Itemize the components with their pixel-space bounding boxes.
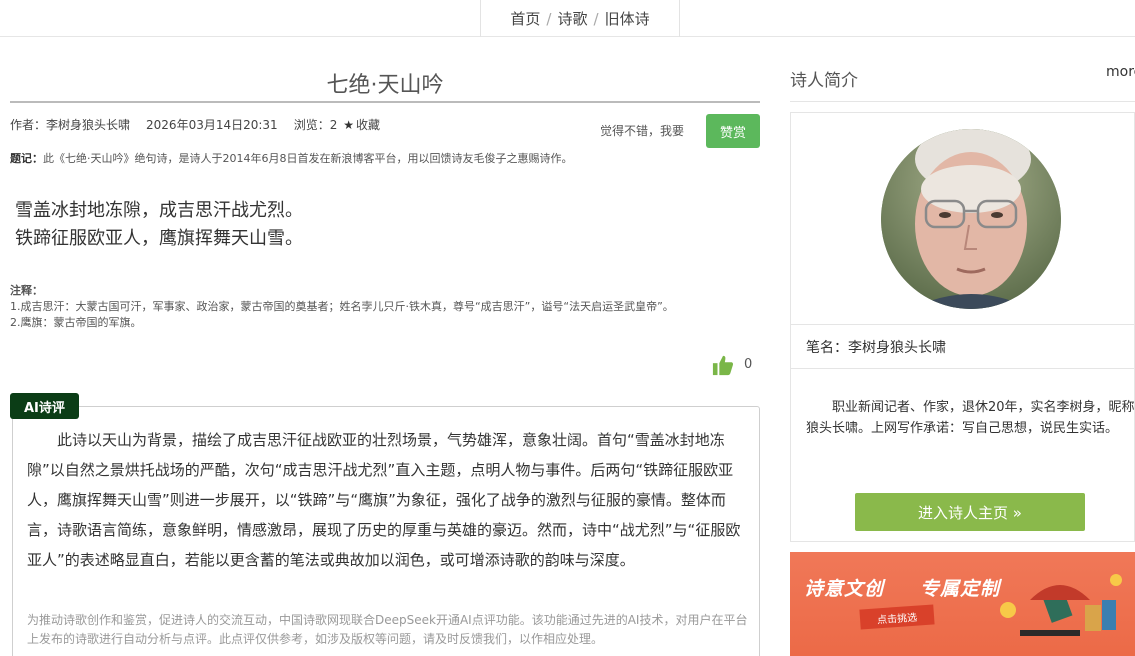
breadcrumb-separator: / bbox=[593, 9, 599, 28]
poet-sidebar: 诗人简介 more bbox=[790, 37, 1135, 656]
like-prompt: 觉得不错，我要 bbox=[600, 124, 685, 138]
banner-title: 诗意文创 bbox=[804, 578, 885, 600]
publish-datetime: 2026年03月14日20:31 bbox=[146, 118, 278, 132]
ai-review-tag: AI诗评 bbox=[10, 393, 79, 419]
breadcrumb-section[interactable]: 诗歌 bbox=[557, 8, 587, 29]
poet-portrait bbox=[881, 129, 1061, 309]
breadcrumb: 首页 / 诗歌 / 旧体诗 bbox=[480, 0, 680, 37]
annotation-item: 2.鹰旗：蒙古帝国的军旗。 bbox=[10, 316, 142, 329]
like-count: 0 bbox=[744, 357, 753, 372]
epigraph-text: 此《七绝·天山吟》绝句诗，是诗人于2014年6月8日首发在新浪博客平台，用以回馈… bbox=[43, 152, 573, 165]
thumbs-up-icon[interactable] bbox=[712, 354, 734, 376]
annotations-label: 注释： bbox=[10, 284, 43, 297]
views-label: 浏览： bbox=[293, 118, 330, 132]
poem-line: 铁蹄征服欧亚人，鹰旗挥舞天山雪。 bbox=[15, 228, 303, 249]
banner-subtitle: 专属定制 bbox=[920, 578, 1001, 600]
star-icon[interactable]: ★ bbox=[343, 118, 354, 132]
views-count: 2 bbox=[329, 118, 338, 132]
poem-body: 雪盖冰封地冻隙，成吉思汗战尤烈。 铁蹄征服欧亚人，鹰旗挥舞天山雪。 bbox=[15, 197, 303, 253]
reward-button[interactable]: 赞赏 bbox=[706, 114, 760, 148]
poem-main: 七绝·天山吟 作者：李树身狼头长啸 2026年03月14日20:31 浏览：2 … bbox=[10, 37, 760, 656]
poet-bio: 职业新闻记者、作家，退休20年，实名李树身，昵称狼头长啸。上网写作承诺：写自己思… bbox=[806, 400, 1135, 436]
breadcrumb-separator: / bbox=[546, 9, 552, 28]
banner-ribbon: 点击挑选 bbox=[859, 604, 935, 630]
author-name[interactable]: 李树身狼头长啸 bbox=[46, 118, 130, 132]
sidebar-heading: 诗人简介 bbox=[790, 71, 858, 91]
sidebar-divider bbox=[790, 101, 1135, 102]
top-bar: 首页 / 诗歌 / 旧体诗 bbox=[0, 0, 1135, 37]
epigraph-label: 题记： bbox=[10, 152, 43, 165]
annotation-item: 1.成吉思汗：大蒙古国可汗，军事家、政治家，蒙古帝国的奠基者；姓名孛儿只斤·铁木… bbox=[10, 300, 674, 313]
poem-title: 七绝·天山吟 bbox=[326, 73, 444, 98]
breadcrumb-category[interactable]: 旧体诗 bbox=[605, 8, 650, 29]
view-info: 浏览：2 ★ 收藏 bbox=[294, 116, 380, 133]
author-label: 作者： bbox=[10, 118, 47, 132]
ai-review-text: 此诗以天山为背景，描绘了成吉思汗征战欧亚的壮烈场景，气势雄浑，意象壮阔。首句“雪… bbox=[27, 431, 741, 569]
gift-illustration bbox=[1000, 574, 1122, 636]
promo-banner[interactable]: 诗意文创 专属定制 点击挑选 bbox=[790, 552, 1135, 656]
pen-name-label: 笔名： bbox=[806, 339, 848, 356]
author-info: 作者：李树身狼头长啸 bbox=[10, 116, 130, 133]
poem-meta: 作者：李树身狼头长啸 2026年03月14日20:31 浏览：2 ★ 收藏 bbox=[10, 116, 396, 133]
poem-line: 雪盖冰封地冻隙，成吉思汗战尤烈。 bbox=[15, 200, 303, 221]
title-divider bbox=[10, 101, 760, 103]
more-link[interactable]: more bbox=[1106, 64, 1135, 80]
annotations: 注释： 1.成吉思汗：大蒙古国可汗，军事家、政治家，蒙古帝国的奠基者；姓名孛儿只… bbox=[10, 283, 674, 331]
avatar[interactable] bbox=[881, 129, 1061, 309]
poet-card: 笔名： 李树身狼头长啸 职业新闻记者、作家，退休20年，实名李树身，昵称狼头长啸。… bbox=[790, 112, 1135, 542]
pen-name: 李树身狼头长啸 bbox=[848, 339, 946, 356]
epigraph: 题记：此《七绝·天山吟》绝句诗，是诗人于2014年6月8日首发在新浪博客平台，用… bbox=[10, 150, 573, 166]
ai-review-box: 此诗以天山为背景，描绘了成吉思汗征战欧亚的壮烈场景，气势雄浑，意象壮阔。首句“雪… bbox=[12, 406, 760, 656]
favorite-link[interactable]: 收藏 bbox=[356, 118, 380, 132]
poet-home-button[interactable]: 进入诗人主页 » bbox=[855, 493, 1085, 531]
breadcrumb-home[interactable]: 首页 bbox=[510, 8, 540, 29]
pen-name-row: 笔名： 李树身狼头长啸 bbox=[791, 324, 1135, 369]
ai-disclaimer: 为推动诗歌创作和鉴赏，促进诗人的交流互动，中国诗歌网现联合DeepSeek开通A… bbox=[27, 613, 748, 646]
